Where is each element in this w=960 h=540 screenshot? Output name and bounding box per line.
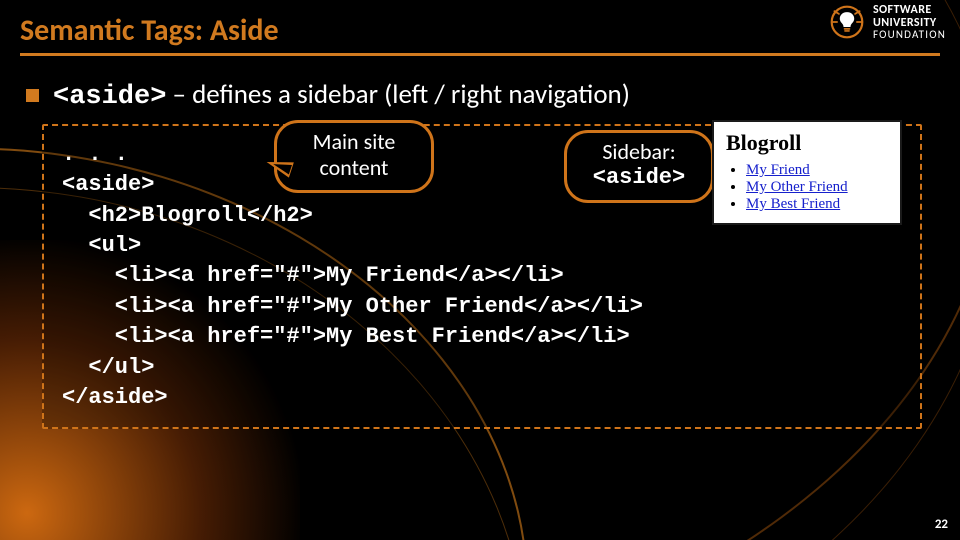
preview-link[interactable]: My Friend — [746, 162, 810, 178]
lightbulb-icon — [829, 4, 865, 40]
preview-heading: Blogroll — [726, 130, 890, 156]
brand-line1: SOFTWARE — [873, 4, 946, 17]
bullet-text: defines a sidebar (left / right navigati… — [192, 78, 630, 111]
callout-main-l2: content — [297, 155, 411, 181]
preview-link[interactable]: My Other Friend — [746, 179, 848, 195]
bullet-marker-icon — [26, 89, 39, 102]
preview-list: My Friend My Other Friend My Best Friend — [726, 162, 890, 213]
callout-main-l1: Main site — [297, 129, 411, 155]
list-item: My Friend — [746, 162, 890, 179]
brand-line3: FOUNDATION — [873, 29, 946, 41]
slide-title: Semantic Tags: Aside — [20, 10, 940, 53]
callout-sidebar: Sidebar: <aside> — [564, 130, 714, 203]
bullet-tag: <aside> — [53, 82, 166, 112]
bullet-sep: – — [166, 78, 192, 111]
bullet-line: <aside> – defines a sidebar (left / righ… — [26, 78, 934, 112]
callout-main-content: Main site content — [274, 120, 434, 193]
rendered-preview: Blogroll My Friend My Other Friend My Be… — [712, 120, 902, 225]
title-rule — [20, 53, 940, 56]
callout-side-l1: Sidebar: — [587, 139, 691, 165]
preview-link[interactable]: My Best Friend — [746, 196, 840, 212]
brand-logo: SOFTWARE UNIVERSITY FOUNDATION — [829, 4, 946, 41]
callout-side-l2: <aside> — [587, 165, 691, 191]
page-number: 22 — [935, 517, 948, 532]
list-item: My Other Friend — [746, 179, 890, 196]
code-example-box: Main site content Sidebar: <aside> Blogr… — [42, 124, 922, 429]
list-item: My Best Friend — [746, 196, 890, 213]
